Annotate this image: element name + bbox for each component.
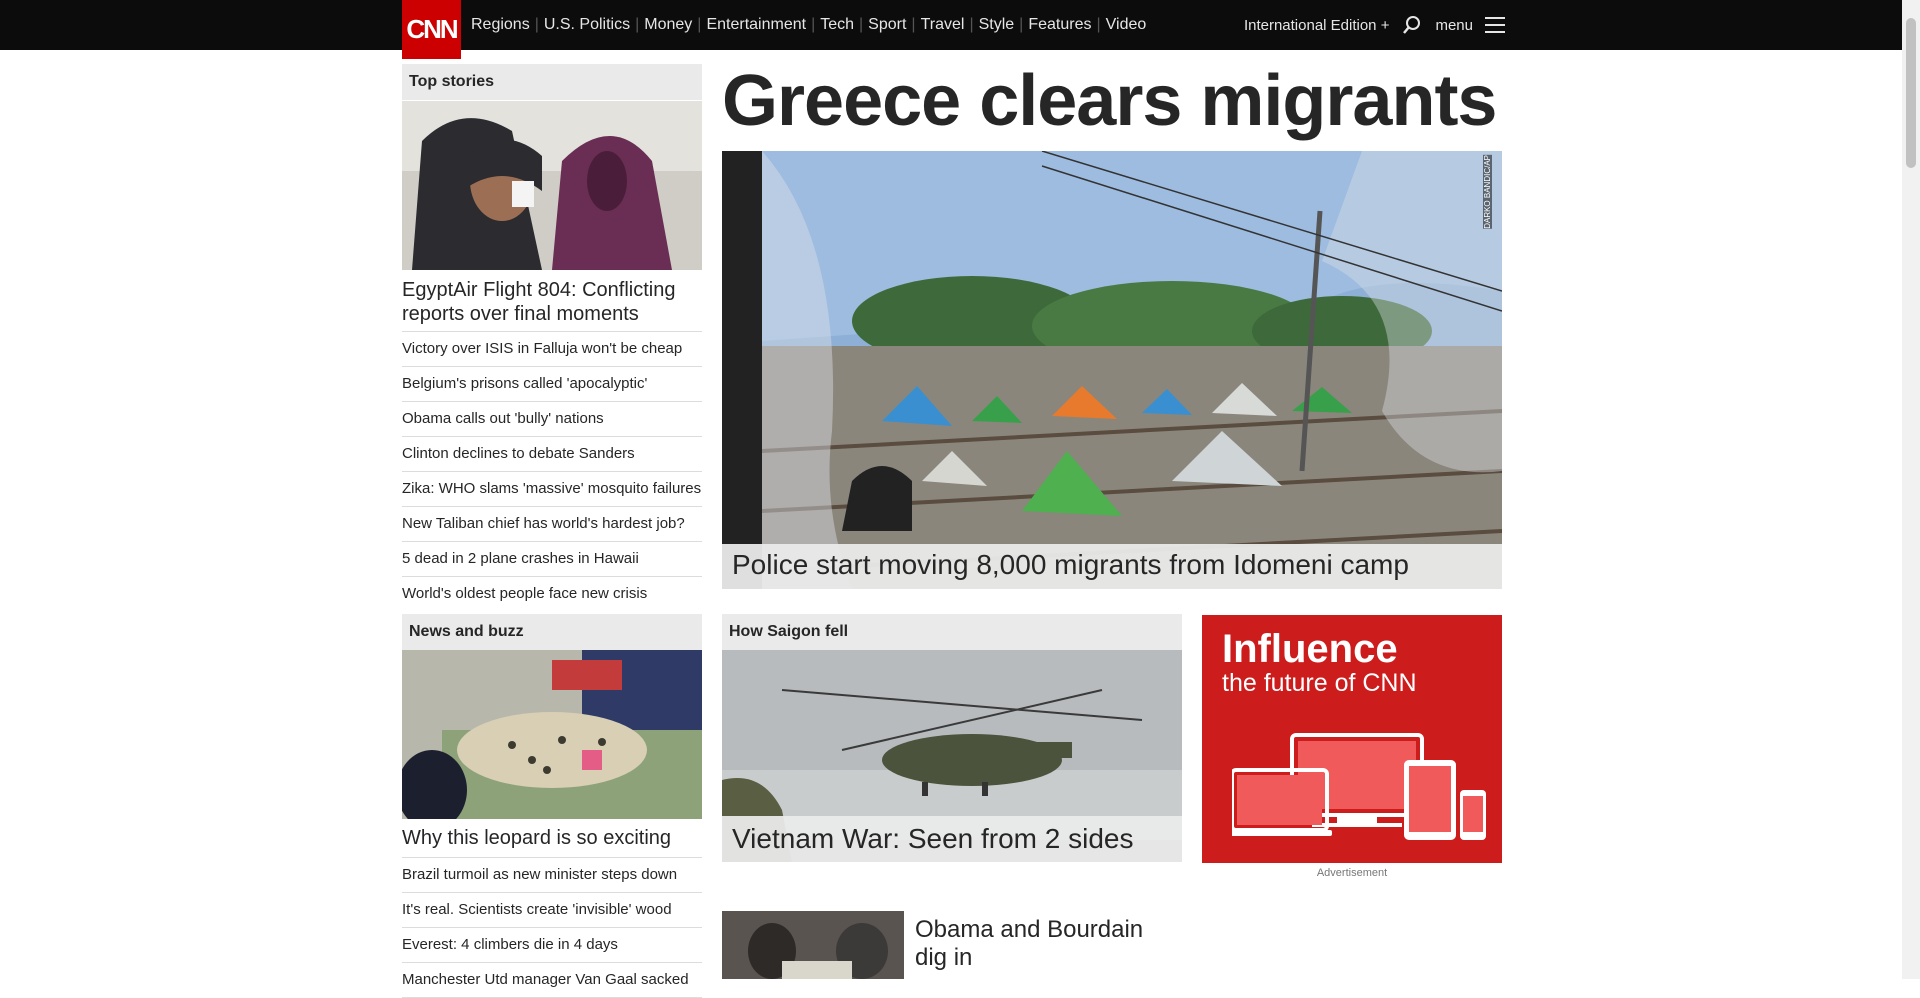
hamburger-menu-icon[interactable] (1485, 17, 1505, 33)
ad-label: Advertisement (1316, 867, 1388, 879)
nav-link-us-politics[interactable]: U.S. Politics (544, 16, 630, 34)
advertisement-banner[interactable]: Influence the future of CNN (1202, 615, 1502, 863)
nav-link-money[interactable]: Money (644, 16, 692, 34)
nav-link-regions[interactable]: Regions (471, 16, 530, 34)
saigon-second-image[interactable] (722, 911, 904, 979)
news-buzz-image[interactable] (402, 650, 702, 819)
ad-subtitle: the future of CNN (1222, 669, 1417, 697)
list-item[interactable]: Clinton declines to debate Sanders (402, 437, 702, 472)
hero-image[interactable]: DARKO BANDIC/AP (722, 151, 1502, 589)
list-item[interactable]: World's oldest people face new crisis (402, 577, 702, 611)
saigon-header: How Saigon fell (722, 614, 1182, 650)
top-stories-header: Top stories (402, 64, 702, 100)
search-icon[interactable] (1401, 14, 1423, 36)
devices-illustration (1232, 733, 1486, 840)
list-item[interactable]: It's real. Scientists create 'invisible'… (402, 893, 702, 928)
news-buzz-list: Brazil turmoil as new minister steps dow… (402, 857, 702, 998)
menu-label[interactable]: menu (1435, 17, 1473, 34)
nav-link-style[interactable]: Style (979, 16, 1015, 34)
list-item[interactable]: Brazil turmoil as new minister steps dow… (402, 858, 702, 893)
news-buzz-lead[interactable]: Why this leopard is so exciting (402, 826, 702, 850)
nav-link-tech[interactable]: Tech (820, 16, 854, 34)
nav-links: Regions | U.S. Politics | Money | Entertain… (471, 16, 1147, 34)
edition-selector[interactable]: International Edition + (1244, 17, 1390, 34)
nav-link-video[interactable]: Video (1106, 16, 1147, 34)
list-item[interactable]: Everest: 4 climbers die in 4 days (402, 928, 702, 963)
list-item[interactable]: 5 dead in 2 plane crashes in Hawaii (402, 542, 702, 577)
hero-caption[interactable]: Police start moving 8,000 migrants from … (722, 544, 1502, 589)
news-buzz-header: News and buzz (402, 614, 702, 650)
nav-link-sport[interactable]: Sport (868, 16, 906, 34)
page-scrollbar[interactable] (1902, 0, 1920, 979)
top-nav: CNN Regions | U.S. Politics | Money | Enter… (0, 0, 1902, 59)
top-stories-lead[interactable]: EgyptAir Flight 804: Conflicting reports… (402, 278, 702, 326)
nav-link-entertainment[interactable]: Entertainment (706, 16, 806, 34)
cnn-logo[interactable]: CNN (402, 0, 461, 59)
list-item[interactable]: Belgium's prisons called 'apocalyptic' (402, 367, 702, 402)
saigon-caption[interactable]: Vietnam War: Seen from 2 sides (722, 816, 1182, 862)
hero-headline[interactable]: Greece clears migrants (722, 60, 1497, 142)
saigon-second-story[interactable]: Obama and Bourdain dig in (915, 916, 1155, 972)
list-item[interactable]: Victory over ISIS in Falluja won't be ch… (402, 332, 702, 367)
list-item[interactable]: Zika: WHO slams 'massive' mosquito failu… (402, 472, 702, 507)
photo-credit: DARKO BANDIC/AP (1483, 155, 1492, 229)
scrollbar-thumb[interactable] (1906, 18, 1916, 168)
ad-title: Influence (1222, 627, 1398, 671)
list-item[interactable]: New Taliban chief has world's hardest jo… (402, 507, 702, 542)
top-stories-image[interactable] (402, 101, 702, 270)
nav-link-features[interactable]: Features (1028, 16, 1091, 34)
nav-right: International Edition + menu (1244, 0, 1505, 50)
list-item[interactable]: Obama calls out 'bully' nations (402, 402, 702, 437)
list-item[interactable]: Manchester Utd manager Van Gaal sacked (402, 963, 702, 998)
top-stories-list: Victory over ISIS in Falluja won't be ch… (402, 331, 702, 611)
nav-link-travel[interactable]: Travel (921, 16, 965, 34)
